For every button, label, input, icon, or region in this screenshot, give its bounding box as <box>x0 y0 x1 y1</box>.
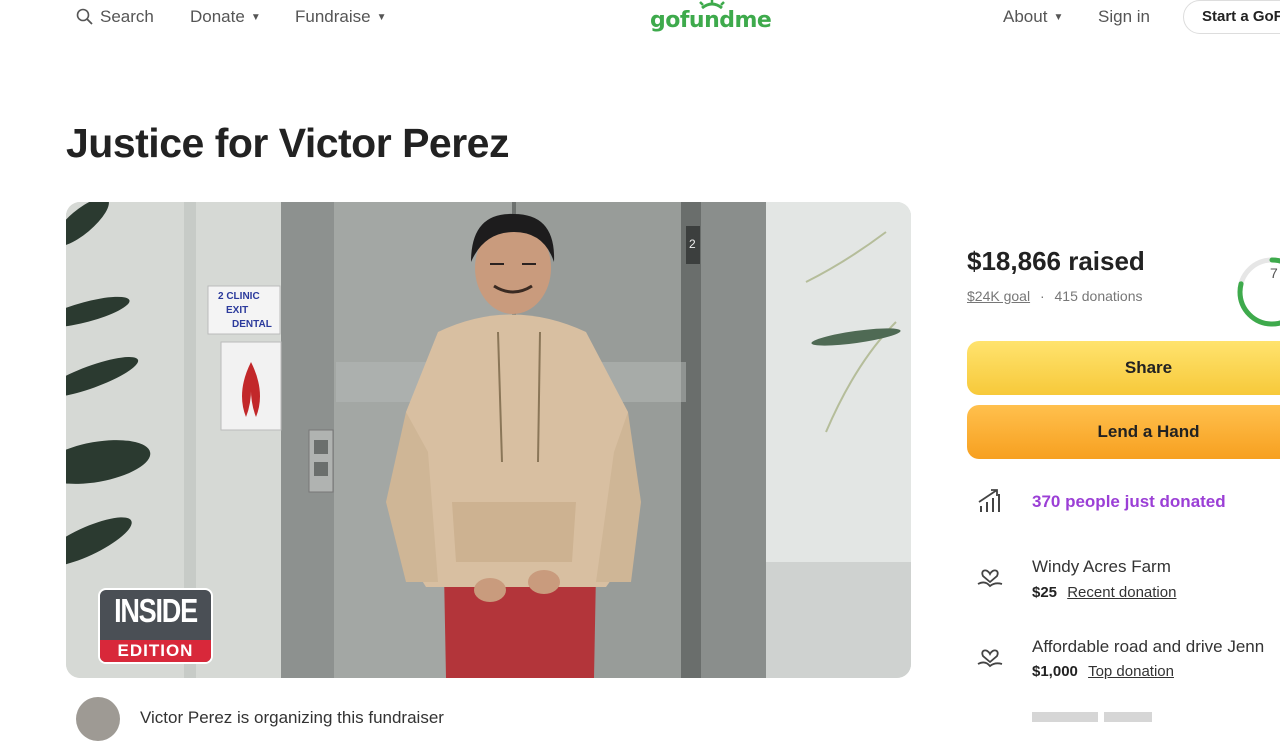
campaign-title: Justice for Victor Perez <box>66 120 509 166</box>
nav-fundraise-label: Fundraise <box>295 7 371 26</box>
donor-amount-row: $25 Recent donation <box>1032 584 1176 601</box>
sign-line-3: DENTAL <box>232 319 272 330</box>
watermark-bottom: EDITION <box>100 640 211 662</box>
chevron-down-icon: ▼ <box>1053 11 1064 23</box>
nav-signin[interactable]: Sign in <box>1098 7 1150 27</box>
lend-button-label: Lend a Hand <box>1097 422 1200 441</box>
nav-about-label: About <box>1003 7 1048 26</box>
top-nav: Search Donate ▼ Fundraise ▼ gofundme Abo… <box>0 0 1280 40</box>
nav-donate[interactable]: Donate ▼ <box>190 7 261 27</box>
goal-link[interactable]: $24K goal <box>967 288 1030 304</box>
nav-donate-label: Donate <box>190 7 245 26</box>
search-icon <box>76 8 93 25</box>
watermark-top: INSIDE <box>114 592 198 629</box>
amount-raised: $18,866 raised <box>967 246 1145 276</box>
goal-separator: · <box>1039 288 1045 304</box>
next-donor-cutoff <box>1032 712 1152 722</box>
organizer-avatar[interactable] <box>76 697 120 741</box>
nav-search[interactable]: Search <box>76 7 154 27</box>
donor-name: Affordable road and drive Jenn <box>1032 637 1265 656</box>
chevron-down-icon: ▼ <box>376 11 387 23</box>
people-just-donated[interactable]: 370 people just donated <box>1032 492 1226 512</box>
donor-name: Windy Acres Farm <box>1032 557 1171 576</box>
heart-hand-icon <box>977 569 1003 588</box>
trending-up-icon <box>978 489 1000 512</box>
donor-amount: $1,000 <box>1032 663 1078 680</box>
sign-line-2: EXIT <box>226 305 248 316</box>
goal-line: $24K goal · 415 donations <box>967 288 1142 304</box>
inside-edition-watermark: INSIDE EDITION <box>98 588 213 664</box>
donor-amount: $25 <box>1032 584 1058 601</box>
nav-search-label: Search <box>100 7 154 26</box>
chevron-down-icon: ▼ <box>250 11 261 23</box>
organizer-text: Victor Perez is organizing this fundrais… <box>140 708 444 727</box>
gofundme-logo[interactable]: gofundme <box>650 0 774 40</box>
campaign-photo[interactable]: 2 CLINIC EXIT DENTAL 2 INSIDE EDITION <box>66 202 911 678</box>
nav-fundraise[interactable]: Fundraise ▼ <box>295 7 387 27</box>
nav-signin-label: Sign in <box>1098 7 1150 26</box>
nav-about[interactable]: About ▼ <box>1003 7 1063 27</box>
recent-donation-link[interactable]: Recent donation <box>1067 584 1176 601</box>
sign-line-1: 2 CLINIC <box>218 291 260 302</box>
floor-number: 2 <box>689 237 696 251</box>
heart-hand-icon <box>977 649 1003 668</box>
progress-ring-label: 7 <box>1270 265 1278 281</box>
logo-text: gofundme <box>650 8 772 33</box>
donation-count: 415 donations <box>1054 288 1143 304</box>
top-donation-link[interactable]: Top donation <box>1088 663 1174 680</box>
progress-ring <box>1237 257 1280 327</box>
share-button[interactable]: Share <box>967 341 1280 395</box>
lend-a-hand-button[interactable]: Lend a Hand <box>967 405 1280 459</box>
donor-amount-row: $1,000 Top donation <box>1032 663 1174 680</box>
start-gofundme-button[interactable]: Start a GoFundMe <box>1183 0 1280 34</box>
share-button-label: Share <box>1124 358 1173 377</box>
